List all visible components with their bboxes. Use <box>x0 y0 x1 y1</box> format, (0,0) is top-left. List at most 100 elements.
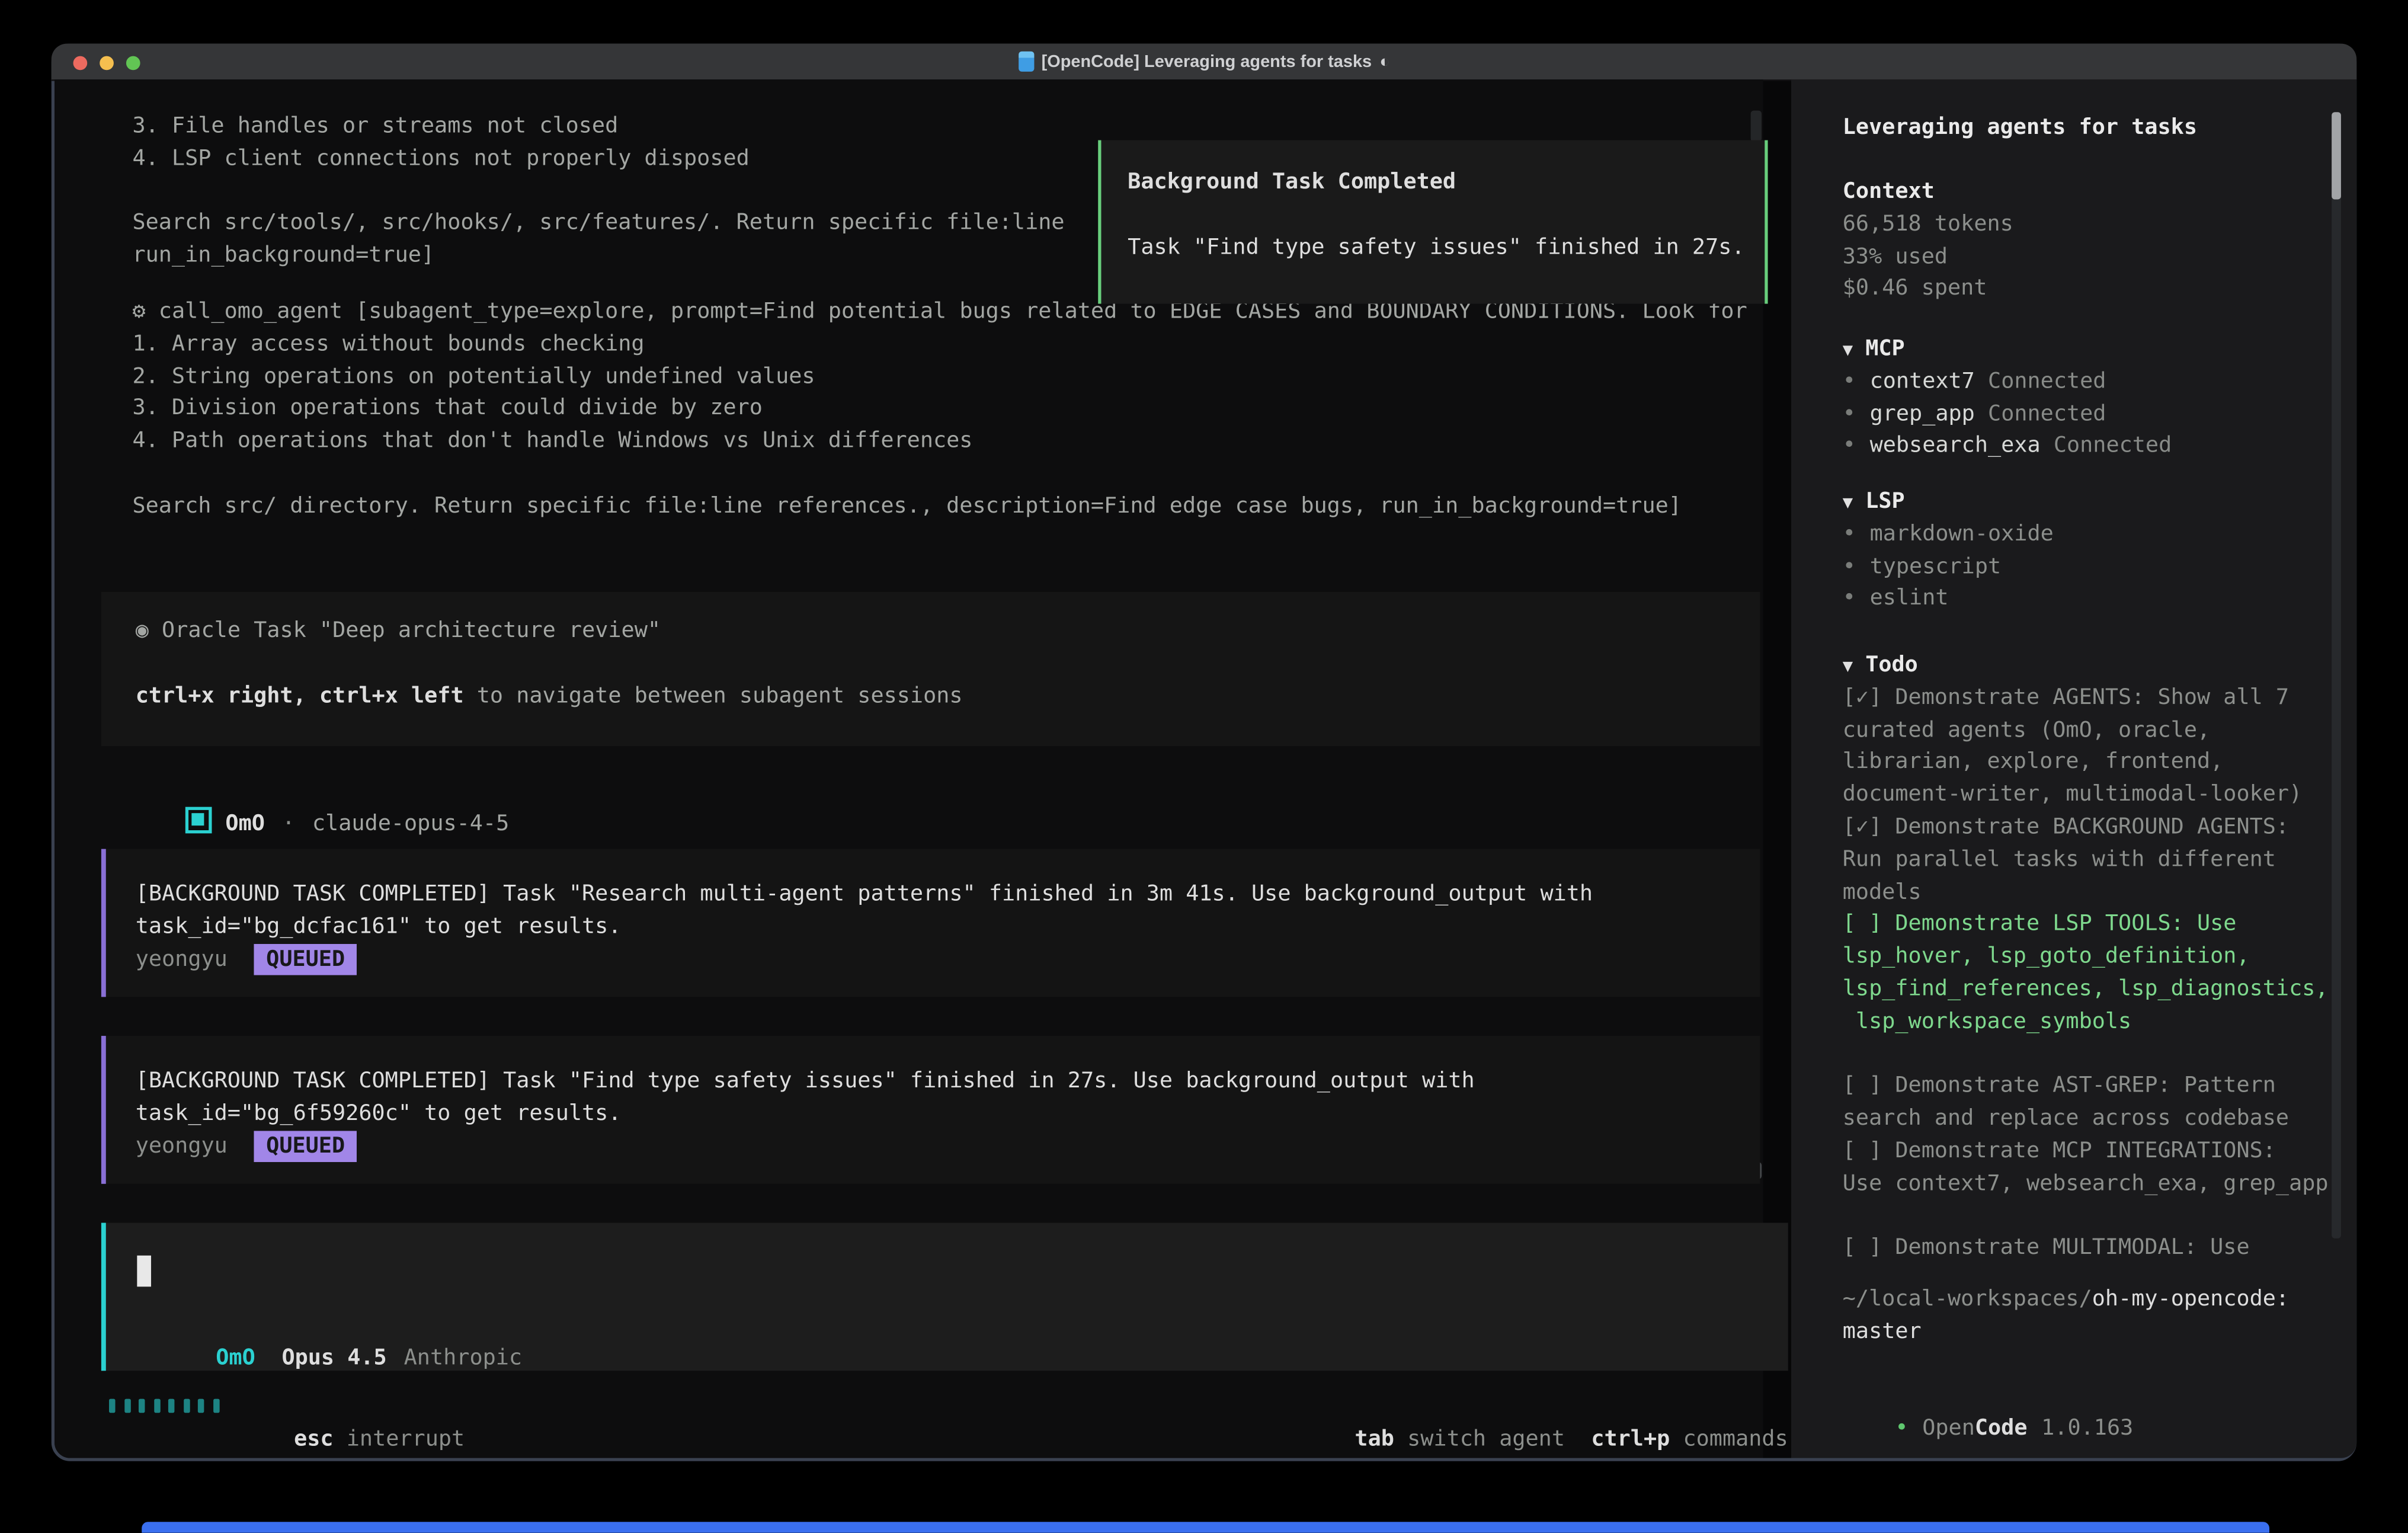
todo-line: [ ] Demonstrate AST-GREP: Pattern <box>1843 1071 2344 1103</box>
version-row: •OpenCode1.0.163 <box>1843 1380 2134 1413</box>
mcp-section-header[interactable]: ▼MCP <box>1843 334 2172 366</box>
oracle-task-panel: ◉ Oracle Task "Deep architecture review"… <box>101 592 1760 746</box>
text-cursor <box>137 1256 151 1287</box>
todo-line: [ ] Demonstrate LSP TOOLS: Use <box>1843 909 2344 942</box>
separator-dot: · <box>282 811 295 836</box>
mcp-status: Connected <box>2054 434 2172 459</box>
agent-call-item: 3. Division operations that could divide… <box>132 393 1747 425</box>
context-spent: $0.46 spent <box>1843 273 2013 306</box>
path-line: ~/local-workspaces/oh-my-opencode: <box>1843 1284 2289 1316</box>
queued-badge: QUEUED <box>254 1130 357 1161</box>
oracle-hint-line: ctrl+x right, ctrl+x left to navigate be… <box>136 680 1760 713</box>
lsp-item: • eslint <box>1843 583 2054 616</box>
app-version: 1.0.163 <box>2041 1416 2133 1441</box>
lsp-item: •markdown-oxide <box>1843 519 2054 551</box>
todo-line: Use context7, websearch_exa, grep_app <box>1843 1168 2344 1201</box>
input-model-name: Opus 4.5 <box>281 1346 386 1371</box>
todo-line: [✓] Demonstrate AGENTS: Show all 7 <box>1843 682 2344 715</box>
task-line1: [BACKGROUND TASK COMPLETED] Task "Resear… <box>136 879 1760 911</box>
titlebar[interactable]: [OpenCode] Leveraging agents for tasks ◐ <box>52 44 2356 81</box>
omo-agent-icon <box>185 806 212 833</box>
agent-header: OmO·claude-opus-4-5 <box>132 774 509 806</box>
terminal-line-blank <box>132 458 1747 491</box>
keybind-hints: tab switch agent ctrl+p commands <box>1302 1391 1788 1423</box>
background-task-message: [BACKGROUND TASK COMPLETED] Task "Resear… <box>101 849 1760 997</box>
ctrl-p-key: ctrl+p <box>1591 1426 1670 1451</box>
terminal-line-blank <box>132 175 1064 208</box>
oracle-title: Oracle Task "Deep architecture review" <box>162 619 661 644</box>
document-icon <box>1018 52 1033 72</box>
todo-line: [ ] Demonstrate MCP INTEGRATIONS: <box>1843 1135 2344 1168</box>
chevron-down-icon: ▼ <box>1843 656 1853 676</box>
gear-icon: ⚙ <box>132 299 145 324</box>
bullet-icon: • <box>1843 554 1856 579</box>
toast-title: Background Task Completed <box>1128 167 1752 199</box>
terminal-line: 3. File handles or streams not closed <box>132 111 1064 143</box>
todo-line: models <box>1843 876 2344 909</box>
tab-label: switch agent <box>1407 1426 1565 1451</box>
bullet-icon: • <box>1843 434 1856 459</box>
todo-line: lsp_workspace_symbols <box>1843 1006 2344 1039</box>
todo-line: Run parallel tasks with different <box>1843 844 2344 876</box>
oracle-title-line: ◉ Oracle Task "Deep architecture review" <box>136 615 1760 648</box>
agent-call-item: 1. Array access without bounds checking <box>132 328 1747 361</box>
bullet-icon: • <box>1843 586 1856 611</box>
context-section: Context 66,518 tokens 33% used $0.46 spe… <box>1843 176 2013 306</box>
record-circle-icon: ◉ <box>136 619 149 644</box>
lsp-name: eslint <box>1870 586 1949 611</box>
mcp-name: context7 <box>1870 369 1975 393</box>
task-line2: task_id="bg_6f59260c" to get results. <box>136 1098 1760 1131</box>
task-line2: task_id="bg_dcfac161" to get results. <box>136 911 1760 943</box>
todo-item-active: [ ] Demonstrate LSP TOOLS: Use lsp_hover… <box>1843 909 2344 1039</box>
lsp-item: •typescript <box>1843 551 2054 583</box>
todo-section: ▼ Todo [✓] Demonstrate AGENTS: Show all 7… <box>1843 649 2344 1265</box>
todo-section-header[interactable]: ▼ Todo <box>1843 649 2344 682</box>
todo-item-done: [✓] Demonstrate AGENTS: Show all 7 curat… <box>1843 682 2344 812</box>
toast-body: Task "Find type safety issues" finished … <box>1128 232 1752 264</box>
agent-name: OmO <box>225 811 264 836</box>
chevron-down-icon: ▼ <box>1843 492 1853 513</box>
terminal-line: 4. LSP client connections not properly d… <box>132 143 1064 175</box>
input-provider: Anthropic <box>404 1346 522 1371</box>
task-meta: yeongyu QUEUED <box>136 1130 1760 1163</box>
app-name-dim: Open <box>1922 1416 1975 1441</box>
branch-name: master <box>1843 1316 2289 1349</box>
screen: [OpenCode] Leveraging agents for tasks ◐… <box>0 0 2408 1533</box>
bullet-icon: • <box>1843 521 1856 546</box>
oracle-hint: to navigate between subagent sessions <box>464 683 963 708</box>
prompt-input[interactable]: OmOOpus 4.5Anthropic <box>101 1223 1788 1371</box>
mcp-status: Connected <box>1988 401 2106 426</box>
status-dot-icon: • <box>1895 1416 1908 1441</box>
context-tokens: 66,518 tokens <box>1843 209 2013 241</box>
mcp-item: • websearch_exa Connected <box>1843 431 2172 463</box>
lsp-section-header[interactable]: ▼LSP <box>1843 486 2054 519</box>
agent-call-closing: Search src/ directory. Return specific f… <box>132 490 1747 523</box>
bullet-icon: • <box>1843 369 1856 393</box>
half-circle-icon: ◐ <box>1379 52 1389 71</box>
todo-item-pending: [ ] Demonstrate AST-GREP: Pattern search… <box>1843 1071 2344 1135</box>
toast-blank <box>1128 199 1752 232</box>
terminal-line: run_in_background=true] <box>132 240 1064 273</box>
agent-model: claude-opus-4-5 <box>312 811 509 836</box>
todo-heading: Todo <box>1865 652 1918 677</box>
background-window-edge <box>142 1522 2269 1532</box>
app-name-bold: Code <box>1975 1416 2028 1441</box>
session-title: Leveraging agents for tasks <box>1843 112 2197 145</box>
task-meta: yeongyu QUEUED <box>136 943 1760 976</box>
mcp-section: ▼MCP •context7 Connected •grep_app Conne… <box>1843 334 2172 463</box>
todo-line: [ ] Demonstrate MULTIMODAL: Use <box>1843 1233 2344 1265</box>
bullet-icon: • <box>1843 401 1856 426</box>
esc-label: interrupt <box>347 1426 465 1451</box>
background-task-toast: Background Task Completed Task "Find typ… <box>1098 140 1767 304</box>
mcp-status: Connected <box>1988 369 2106 393</box>
todo-item-pending: [ ] Demonstrate MCP INTEGRATIONS: Use co… <box>1843 1135 2344 1200</box>
sidebar-scrollbar-thumb[interactable] <box>2332 112 2341 199</box>
main-scrollbar-top-thumb[interactable] <box>1751 111 1762 142</box>
workspace-path: ~/local-workspaces/oh-my-opencode: maste… <box>1843 1284 2289 1348</box>
mcp-name: websearch_exa <box>1870 434 2041 459</box>
task-line1: [BACKGROUND TASK COMPLETED] Task "Find t… <box>136 1065 1760 1098</box>
todo-line: search and replace across codebase <box>1843 1103 2344 1136</box>
todo-line: curated agents (OmO, oracle, <box>1843 715 2344 747</box>
agent-call-item: 2. String operations on potentially unde… <box>132 361 1747 393</box>
mcp-item: • context7 Connected <box>1843 366 2172 398</box>
